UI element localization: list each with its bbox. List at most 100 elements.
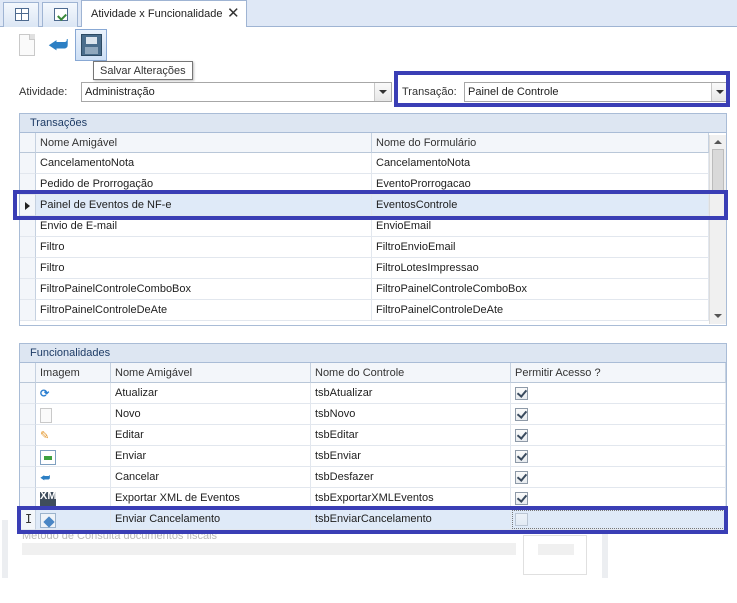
cell-controle: tsbExportarXMLEventos — [311, 488, 511, 509]
cell-nome: Novo — [111, 404, 311, 425]
row-selector — [20, 425, 36, 446]
grid-icon — [15, 8, 29, 21]
col-permitir-acesso[interactable]: Permitir Acesso ? — [511, 363, 726, 383]
col-nome-amigavel[interactable]: Nome Amigável — [36, 133, 372, 153]
acesso-checkbox[interactable] — [515, 513, 528, 526]
table-row[interactable]: Filtro FiltroLotesImpressao — [20, 258, 709, 279]
cell-nome: CancelamentoNota — [36, 153, 372, 174]
cell-imagem: ✎ — [36, 425, 111, 446]
row-selector — [20, 467, 36, 488]
table-row[interactable]: Enviar tsbEnviar — [20, 446, 726, 467]
save-disk-icon — [81, 34, 102, 56]
cell-imagem — [36, 509, 111, 530]
cell-nome: FiltroPainelControleDeAte — [36, 300, 372, 321]
table-row[interactable]: XML Exportar XML de Eventos tsbExportarX… — [20, 488, 726, 509]
row-selector — [20, 153, 36, 174]
acesso-checkbox[interactable] — [515, 387, 528, 400]
background-box — [523, 535, 587, 575]
cell-nome: Atualizar — [111, 383, 311, 404]
cell-acesso — [511, 488, 726, 509]
funcionalidades-grid: Imagem Nome Amigável Nome do Controle Pe… — [20, 363, 726, 531]
scroll-up-icon[interactable] — [714, 140, 722, 144]
cell-form: FiltroPainelControleDeAte — [372, 300, 709, 321]
acesso-checkbox[interactable] — [515, 429, 528, 442]
cell-nome: Painel de Eventos de NF-e — [36, 195, 372, 216]
row-selector — [20, 279, 36, 300]
cell-acesso — [511, 509, 726, 530]
grid-tab[interactable] — [3, 2, 39, 27]
scroll-thumb[interactable] — [712, 149, 724, 191]
table-row[interactable]: CancelamentoNota CancelamentoNota — [20, 153, 709, 174]
cell-controle: tsbNovo — [311, 404, 511, 425]
cell-form: EventoProrrogacao — [372, 174, 709, 195]
tab-label: Atividade x Funcionalidade — [91, 8, 223, 20]
chevron-down-icon[interactable] — [711, 83, 728, 101]
table-row[interactable]: Pedido de Prorrogação EventoProrrogacao — [20, 174, 709, 195]
acesso-checkbox[interactable] — [515, 408, 528, 421]
cell-nome: Exportar XML de Eventos — [111, 488, 311, 509]
acesso-checkbox[interactable] — [515, 471, 528, 484]
cell-nome: Pedido de Prorrogação — [36, 174, 372, 195]
cell-acesso — [511, 446, 726, 467]
transacao-value: Painel de Controle — [468, 86, 559, 98]
row-selector — [20, 300, 36, 321]
background-panel — [602, 530, 608, 578]
row-selector — [20, 446, 36, 467]
chevron-down-icon[interactable] — [374, 83, 391, 101]
cell-imagem — [36, 446, 111, 467]
table-row[interactable]: ⮨ Cancelar tsbDesfazer — [20, 467, 726, 488]
cell-form: FiltroPainelControleComboBox — [372, 279, 709, 300]
table-row-editing[interactable]: I Enviar Cancelamento tsbEnviarCancelame… — [20, 509, 726, 530]
new-button[interactable] — [10, 29, 42, 61]
clipboard-check-icon — [54, 8, 68, 21]
acesso-checkbox[interactable] — [515, 450, 528, 463]
atividade-combo[interactable]: Administração — [81, 82, 392, 102]
cell-form: FiltroEnvioEmail — [372, 237, 709, 258]
scroll-down-icon[interactable] — [714, 314, 722, 318]
transacoes-title: Transações — [30, 117, 88, 129]
clipboard-tab[interactable] — [42, 2, 78, 27]
acesso-checkbox[interactable] — [515, 492, 528, 505]
tab-strip: Atividade x Funcionalidade ✕ — [0, 0, 737, 27]
col-imagem[interactable]: Imagem — [36, 363, 111, 383]
cell-nome: Cancelar — [111, 467, 311, 488]
col-nome-controle[interactable]: Nome do Controle — [311, 363, 511, 383]
save-button[interactable] — [75, 29, 107, 61]
close-icon[interactable]: ✕ — [227, 4, 240, 22]
table-row[interactable]: FiltroPainelControleDeAte FiltroPainelCo… — [20, 300, 709, 321]
row-selector — [20, 383, 36, 404]
table-row[interactable]: Envio de E-mail EnvioEmail — [20, 216, 709, 237]
table-row[interactable]: Filtro FiltroEnvioEmail — [20, 237, 709, 258]
cell-controle: tsbAtualizar — [311, 383, 511, 404]
row-selector — [20, 237, 36, 258]
background-field — [22, 543, 516, 555]
xml-export-icon: XML — [40, 491, 63, 507]
cell-nome: Envio de E-mail — [36, 216, 372, 237]
row-selector — [20, 174, 36, 195]
col-nome-formulario[interactable]: Nome do Formulário — [372, 133, 709, 153]
undo-icon: ⮨ — [40, 472, 51, 484]
cell-controle: tsbDesfazer — [311, 467, 511, 488]
funcionalidades-title: Funcionalidades — [30, 347, 111, 359]
col-nome-amigavel[interactable]: Nome Amigável — [111, 363, 311, 383]
cell-form: FiltroLotesImpressao — [372, 258, 709, 279]
vertical-scrollbar[interactable] — [709, 135, 726, 324]
transacao-combo[interactable]: Painel de Controle — [464, 82, 729, 102]
transacoes-grid: Nome Amigável Nome do Formulário Cancela… — [20, 133, 709, 325]
cell-nome: FiltroPainelControleComboBox — [36, 279, 372, 300]
undo-button[interactable]: ⮨ — [42, 29, 74, 61]
cell-acesso — [511, 425, 726, 446]
cell-form: EnvioEmail — [372, 216, 709, 237]
table-row[interactable]: Novo tsbNovo — [20, 404, 726, 425]
table-row[interactable]: ✎ Editar tsbEditar — [20, 425, 726, 446]
table-row[interactable]: ⟳ Atualizar tsbAtualizar — [20, 383, 726, 404]
row-pointer-icon — [20, 195, 36, 216]
cell-form: EventosControle — [372, 195, 709, 216]
table-row[interactable]: FiltroPainelControleComboBox FiltroPaine… — [20, 279, 709, 300]
table-row-selected[interactable]: Painel de Eventos de NF-e EventosControl… — [20, 195, 709, 216]
refresh-icon: ⟳ — [40, 388, 50, 400]
cell-controle: tsbEditar — [311, 425, 511, 446]
atividade-label: Atividade: — [19, 86, 68, 98]
cell-imagem: XML — [36, 488, 111, 509]
tab-atividade-funcionalidade[interactable]: Atividade x Funcionalidade ✕ — [81, 0, 247, 27]
